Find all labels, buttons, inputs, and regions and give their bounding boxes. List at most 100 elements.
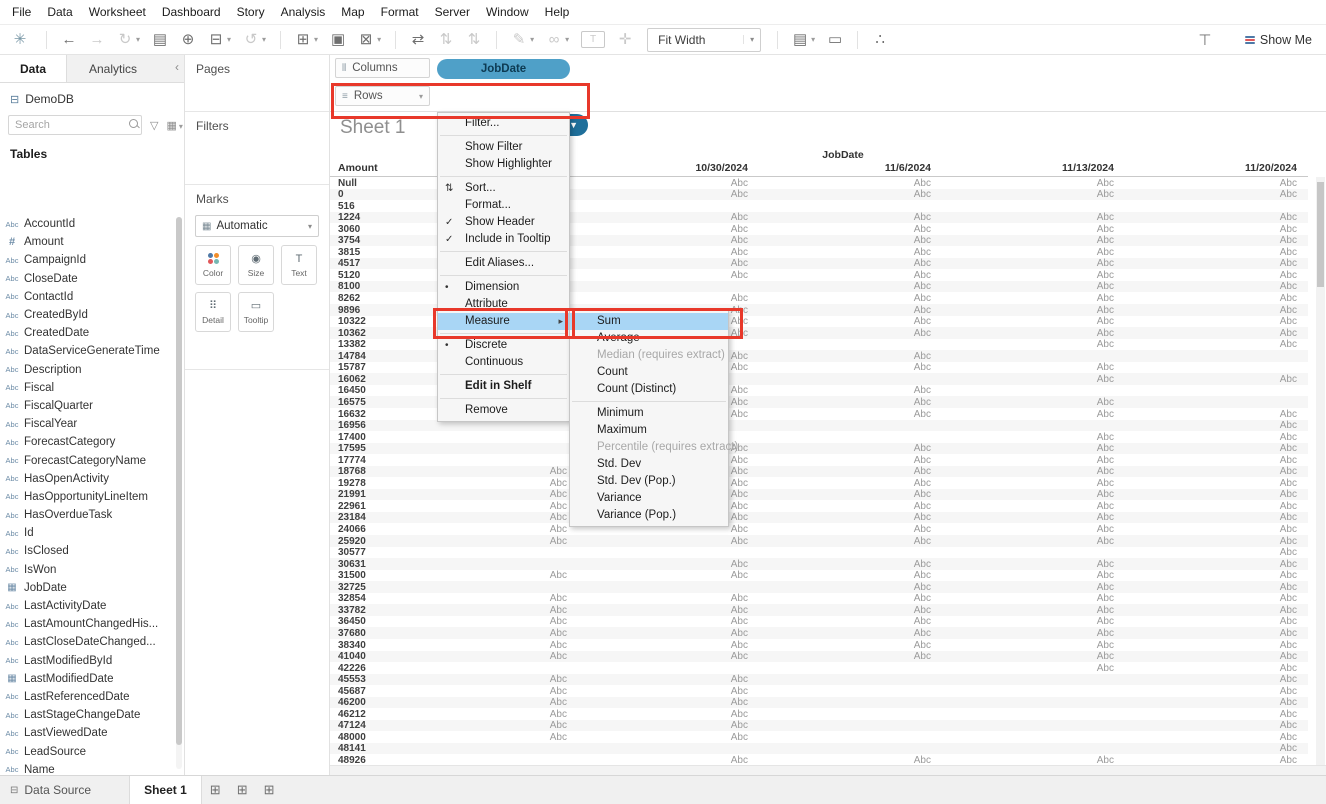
abc-placeholder-cell[interactable]: Abc (984, 432, 1114, 443)
abc-placeholder-cell[interactable]: Abc (984, 305, 1114, 316)
abc-placeholder-cell[interactable]: Abc (984, 397, 1114, 408)
menu-map[interactable]: Map (333, 5, 372, 19)
field-item-hasopenactivity[interactable]: AbcHasOpenActivity (0, 470, 175, 488)
abc-placeholder-cell[interactable]: Abc (1167, 559, 1297, 570)
abc-placeholder-cell[interactable]: Abc (1167, 570, 1297, 581)
filter-fields-icon[interactable]: ▽ (150, 119, 158, 132)
abc-placeholder-cell[interactable]: Abc (801, 385, 931, 396)
submenu-item-maximum[interactable]: Maximum (570, 422, 728, 439)
abc-placeholder-cell[interactable]: Abc (1167, 697, 1297, 708)
abc-placeholder-cell[interactable]: Abc (437, 478, 567, 489)
abc-placeholder-cell[interactable]: Abc (801, 247, 931, 258)
vertical-scrollbar-thumb[interactable] (1317, 182, 1324, 287)
amount-value[interactable]: 17774 (338, 455, 366, 466)
field-item-name[interactable]: AbcName (0, 761, 175, 773)
menu-item-include-in-tooltip[interactable]: ✓Include in Tooltip (438, 231, 569, 248)
abc-placeholder-cell[interactable]: Abc (1167, 489, 1297, 500)
abc-placeholder-cell[interactable]: Abc (801, 316, 931, 327)
amount-value[interactable]: 3060 (338, 224, 360, 235)
abc-placeholder-cell[interactable]: Abc (801, 559, 931, 570)
menu-item-format-[interactable]: Format... (438, 197, 569, 214)
share-workbook-icon[interactable]: ∴ (872, 32, 888, 47)
abc-placeholder-cell[interactable]: Abc (437, 697, 567, 708)
pill-jobdate[interactable]: JobDate (437, 59, 570, 79)
abc-placeholder-cell[interactable]: Abc (1167, 316, 1297, 327)
abc-placeholder-cell[interactable]: Abc (1167, 524, 1297, 535)
field-item-campaignid[interactable]: AbcCampaignId (0, 251, 175, 269)
abc-placeholder-cell[interactable]: Abc (801, 281, 931, 292)
abc-placeholder-cell[interactable]: Abc (801, 524, 931, 535)
amount-value[interactable]: 14784 (338, 351, 366, 362)
field-item-iswon[interactable]: AbcIsWon (0, 561, 175, 579)
abc-placeholder-cell[interactable]: Abc (618, 697, 748, 708)
field-item-lastamountchangedhis-[interactable]: AbcLastAmountChangedHis... (0, 615, 175, 633)
field-item-jobdate[interactable]: ▦JobDate (0, 579, 175, 597)
field-item-description[interactable]: AbcDescription (0, 361, 175, 379)
field-item-hasoverduetask[interactable]: AbcHasOverdueTask (0, 506, 175, 524)
amount-value[interactable]: 48000 (338, 732, 366, 743)
abc-placeholder-cell[interactable]: Abc (1167, 281, 1297, 292)
amount-value[interactable]: 45553 (338, 674, 366, 685)
show-mark-labels-icon[interactable]: T (581, 31, 605, 48)
abc-placeholder-cell[interactable]: Abc (1167, 651, 1297, 662)
abc-placeholder-cell[interactable]: Abc (618, 247, 748, 258)
abc-placeholder-cell[interactable]: Abc (1167, 536, 1297, 547)
menu-item-filter-[interactable]: Filter... (438, 115, 569, 132)
field-item-amount[interactable]: #Amount (0, 233, 175, 251)
abc-placeholder-cell[interactable]: Abc (801, 328, 931, 339)
abc-placeholder-cell[interactable]: Abc (618, 235, 748, 246)
amount-value[interactable]: 8262 (338, 293, 360, 304)
amount-value[interactable]: 10362 (338, 328, 366, 339)
abc-placeholder-cell[interactable]: Abc (801, 570, 931, 581)
field-item-lastactivitydate[interactable]: AbcLastActivityDate (0, 597, 175, 615)
show-me-button[interactable]: Show Me (1245, 33, 1312, 47)
abc-placeholder-cell[interactable]: Abc (1167, 409, 1297, 420)
submenu-item-sum[interactable]: Sum (570, 313, 728, 330)
field-item-lastclosedatechanged-[interactable]: AbcLastCloseDateChanged... (0, 633, 175, 651)
amount-value[interactable]: 36450 (338, 616, 366, 627)
abc-placeholder-cell[interactable]: Abc (437, 720, 567, 731)
abc-placeholder-cell[interactable]: Abc (801, 235, 931, 246)
amount-value[interactable]: 32725 (338, 582, 366, 593)
abc-placeholder-cell[interactable]: Abc (801, 397, 931, 408)
amount-value[interactable]: 25920 (338, 536, 366, 547)
menu-item-dimension[interactable]: •Dimension (438, 279, 569, 296)
abc-placeholder-cell[interactable]: Abc (984, 328, 1114, 339)
abc-placeholder-cell[interactable]: Abc (801, 605, 931, 616)
filters-card[interactable]: Filters (185, 112, 329, 185)
abc-placeholder-cell[interactable]: Abc (618, 189, 748, 200)
abc-placeholder-cell[interactable]: Abc (437, 524, 567, 535)
abc-placeholder-cell[interactable]: Abc (984, 628, 1114, 639)
abc-placeholder-cell[interactable]: Abc (1167, 247, 1297, 258)
abc-placeholder-cell[interactable]: Abc (801, 443, 931, 454)
amount-value[interactable]: 46200 (338, 697, 366, 708)
abc-placeholder-cell[interactable]: Abc (1167, 212, 1297, 223)
abc-placeholder-cell[interactable]: Abc (437, 466, 567, 477)
pages-card[interactable]: Pages (185, 55, 329, 112)
abc-placeholder-cell[interactable]: Abc (1167, 501, 1297, 512)
abc-placeholder-cell[interactable]: Abc (984, 270, 1114, 281)
abc-placeholder-cell[interactable]: Abc (618, 570, 748, 581)
amount-value[interactable]: 10322 (338, 316, 366, 327)
menu-format[interactable]: Format (373, 5, 427, 19)
date-column-header[interactable]: 10/30/2024 (608, 162, 748, 174)
amount-value[interactable]: 17595 (338, 443, 366, 454)
marks-button-text[interactable]: TText (281, 245, 317, 285)
abc-placeholder-cell[interactable]: Abc (437, 512, 567, 523)
abc-placeholder-cell[interactable]: Abc (1167, 686, 1297, 697)
abc-placeholder-cell[interactable]: Abc (984, 616, 1114, 627)
amount-value[interactable]: 3754 (338, 235, 360, 246)
abc-placeholder-cell[interactable]: Abc (984, 247, 1114, 258)
columns-shelf[interactable]: ⫴ Columns JobDate (330, 55, 1326, 83)
menu-item-edit-in-shelf[interactable]: Edit in Shelf (438, 378, 569, 395)
amount-value[interactable]: 30631 (338, 559, 366, 570)
pause-auto-updates-icon[interactable]: ⊟▾ (208, 32, 231, 47)
abc-placeholder-cell[interactable]: Abc (801, 512, 931, 523)
abc-placeholder-cell[interactable]: Abc (618, 628, 748, 639)
abc-placeholder-cell[interactable]: Abc (618, 212, 748, 223)
abc-placeholder-cell[interactable]: Abc (984, 374, 1114, 385)
abc-placeholder-cell[interactable]: Abc (801, 293, 931, 304)
abc-placeholder-cell[interactable]: Abc (984, 235, 1114, 246)
field-item-id[interactable]: AbcId (0, 524, 175, 542)
abc-placeholder-cell[interactable]: Abc (984, 212, 1114, 223)
